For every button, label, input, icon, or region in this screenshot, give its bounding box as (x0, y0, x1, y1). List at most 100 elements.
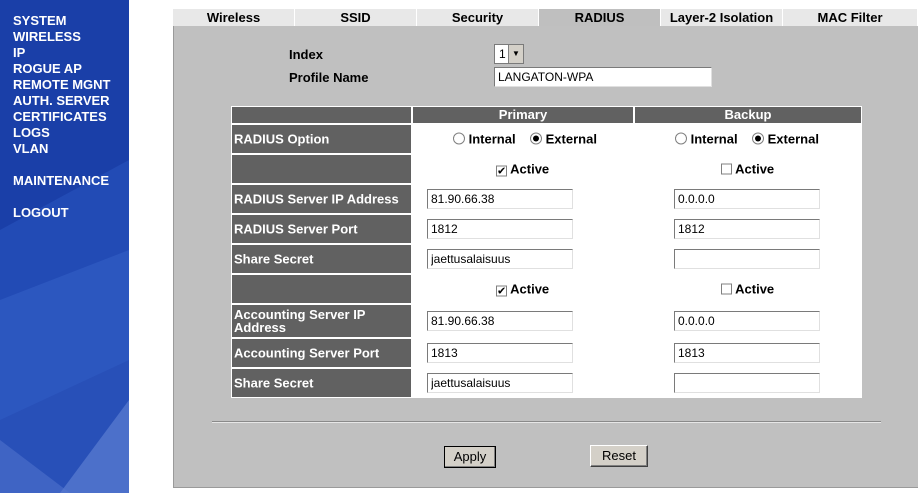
active-label: Active (510, 281, 550, 297)
apply-button[interactable]: Apply (444, 446, 496, 468)
external-label: External (767, 131, 819, 147)
sidebar-item-ip[interactable]: IP (13, 45, 111, 61)
table-header-blank (231, 106, 412, 124)
sidebar-item-logout[interactable]: LOGOUT (13, 205, 111, 221)
blank-label-cell (231, 154, 412, 184)
external-label: External (545, 131, 597, 147)
primary-acct-ip-cell (412, 304, 634, 338)
backup-acct-secret-input[interactable] (674, 373, 820, 393)
backup-radius-port-input[interactable] (674, 219, 820, 239)
backup-acct-active[interactable]: Active (721, 282, 774, 297)
table-row: RADIUS Option Internal External Internal… (231, 124, 862, 154)
checkbox-unchecked-icon[interactable] (721, 163, 732, 175)
index-select[interactable]: 1 ▼ (494, 44, 524, 64)
backup-radius-active-cell: Active (634, 154, 862, 184)
sidebar-item-certificates[interactable]: CERTIFICATES (13, 109, 111, 125)
primary-acct-secret-cell (412, 368, 634, 398)
reset-button[interactable]: Reset (590, 445, 648, 467)
tab-wireless[interactable]: Wireless (173, 9, 295, 26)
radius-ip-label: RADIUS Server IP Address (234, 191, 399, 207)
sidebar: SYSTEM WIRELESS IP ROGUE AP REMOTE MGNT … (0, 0, 129, 493)
backup-option-internal[interactable]: Internal (675, 132, 738, 147)
sidebar-item-system[interactable]: SYSTEM (13, 13, 111, 29)
tab-bar: Wireless SSID Security RADIUS Layer-2 Is… (173, 9, 918, 26)
tab-ssid[interactable]: SSID (295, 9, 417, 26)
table-header-row: Primary Backup (231, 106, 862, 124)
primary-radius-active-cell: ✔ Active (412, 154, 634, 184)
sidebar-item-vlan[interactable]: VLAN (13, 141, 111, 157)
chevron-down-icon[interactable]: ▼ (508, 45, 523, 63)
sidebar-item-auth-server[interactable]: AUTH. SERVER (13, 93, 111, 109)
internal-label: Internal (468, 131, 516, 147)
primary-radius-port-cell (412, 214, 634, 244)
tab-layer2-isolation[interactable]: Layer-2 Isolation (661, 9, 783, 26)
tab-mac-filter[interactable]: MAC Filter (783, 9, 918, 26)
backup-radius-ip-cell (634, 184, 862, 214)
primary-acct-active-cell: ✔ Active (412, 274, 634, 304)
radio-internal-primary[interactable] (453, 132, 465, 145)
index-value: 1 (499, 47, 506, 61)
primary-acct-secret-input[interactable] (427, 373, 573, 393)
checkbox-checked-icon[interactable]: ✔ (496, 165, 507, 177)
backup-option-external[interactable]: External (752, 132, 819, 147)
primary-radius-port-input[interactable] (427, 219, 573, 239)
sidebar-item-remote-mgnt[interactable]: REMOTE MGNT (13, 77, 111, 93)
radius-port-label: RADIUS Server Port (234, 221, 358, 237)
primary-radius-ip-cell (412, 184, 634, 214)
table-row: Share Secret (231, 368, 862, 398)
backup-radius-ip-input[interactable] (674, 189, 820, 209)
table-row: ✔ Active Active (231, 154, 862, 184)
share-secret-label-cell: Share Secret (231, 244, 412, 274)
backup-radius-active[interactable]: Active (721, 162, 774, 177)
backup-acct-ip-cell (634, 304, 862, 338)
tab-security[interactable]: Security (417, 9, 539, 26)
primary-radius-active[interactable]: ✔ Active (496, 162, 549, 177)
backup-radius-option-cell: Internal External (634, 124, 862, 154)
table-row: Share Secret (231, 244, 862, 274)
backup-acct-port-cell (634, 338, 862, 368)
backup-radius-secret-cell (634, 244, 862, 274)
radius-option-label-cell: RADIUS Option (231, 124, 412, 154)
primary-radius-option-cell: Internal External (412, 124, 634, 154)
acct-ip-label: Accounting Server IP Address (234, 307, 366, 335)
profile-name-input[interactable] (494, 67, 712, 87)
radius-ip-label-cell: RADIUS Server IP Address (231, 184, 412, 214)
primary-radius-ip-input[interactable] (427, 189, 573, 209)
sidebar-item-wireless[interactable]: WIRELESS (13, 29, 111, 45)
backup-acct-active-cell: Active (634, 274, 862, 304)
backup-acct-ip-input[interactable] (674, 311, 820, 331)
sidebar-item-rogue-ap[interactable]: ROGUE AP (13, 61, 111, 77)
primary-acct-port-input[interactable] (427, 343, 573, 363)
active-label: Active (735, 161, 775, 177)
active-label: Active (510, 161, 550, 177)
table-row: Accounting Server Port (231, 338, 862, 368)
radius-port-label-cell: RADIUS Server Port (231, 214, 412, 244)
primary-acct-ip-input[interactable] (427, 311, 573, 331)
backup-radius-secret-input[interactable] (674, 249, 820, 269)
share-secret-label: Share Secret (234, 251, 314, 267)
primary-option-internal[interactable]: Internal (453, 132, 516, 147)
col-backup-header: Backup (634, 106, 862, 124)
share-secret-label: Share Secret (234, 375, 314, 391)
acct-port-label: Accounting Server Port (234, 345, 380, 361)
primary-option-external[interactable]: External (530, 132, 597, 147)
radius-option-label: RADIUS Option (234, 131, 330, 147)
backup-acct-secret-cell (634, 368, 862, 398)
radio-external-primary[interactable] (530, 132, 542, 145)
checkbox-checked-icon[interactable]: ✔ (496, 285, 507, 297)
radio-external-backup[interactable] (752, 132, 764, 145)
table-row: Accounting Server IP Address (231, 304, 862, 338)
table-row: ✔ Active Active (231, 274, 862, 304)
blank-label-cell (231, 274, 412, 304)
primary-radius-secret-input[interactable] (427, 249, 573, 269)
checkbox-unchecked-icon[interactable] (721, 283, 732, 295)
primary-acct-active[interactable]: ✔ Active (496, 282, 549, 297)
radio-internal-backup[interactable] (675, 132, 687, 145)
sidebar-item-logs[interactable]: LOGS (13, 125, 111, 141)
tab-radius[interactable]: RADIUS (539, 9, 661, 26)
active-label: Active (735, 281, 775, 297)
backup-acct-port-input[interactable] (674, 343, 820, 363)
sidebar-item-maintenance[interactable]: MAINTENANCE (13, 173, 111, 189)
